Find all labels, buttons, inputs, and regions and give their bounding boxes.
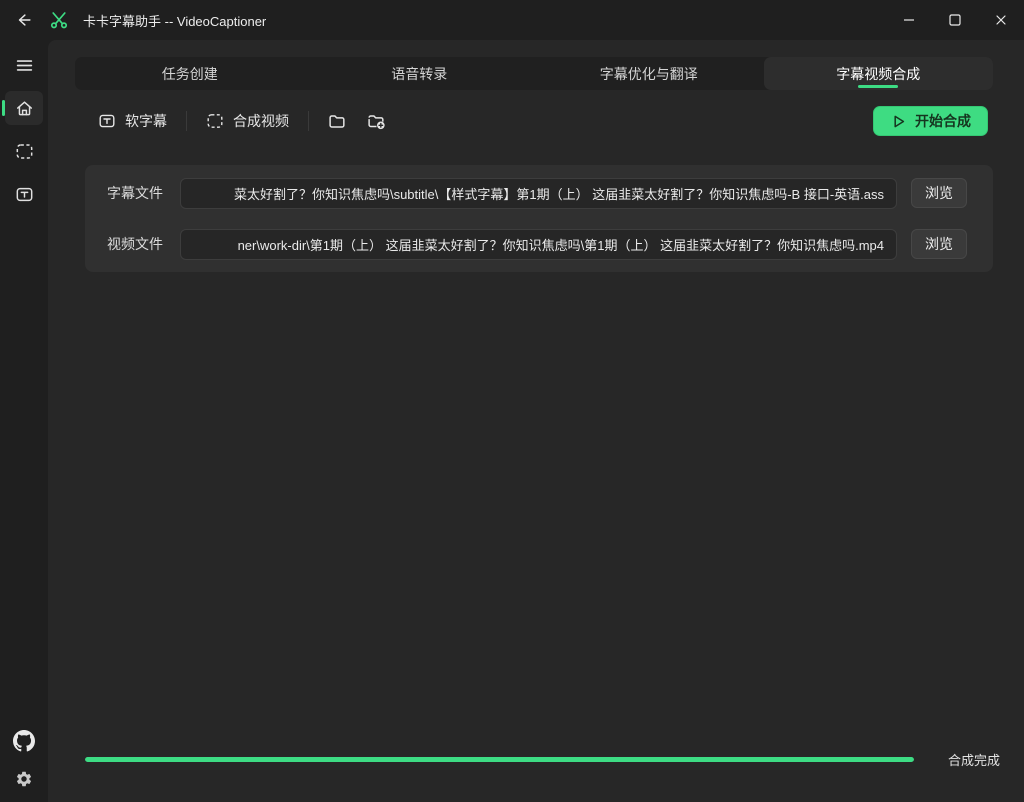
tab-speech-transcribe[interactable]: 语音转录 bbox=[305, 57, 535, 90]
sidebar bbox=[0, 40, 48, 802]
minimize-icon bbox=[901, 12, 917, 28]
folder-icon bbox=[328, 112, 347, 131]
open-folder-button[interactable] bbox=[318, 106, 357, 137]
back-button[interactable] bbox=[6, 0, 42, 40]
video-browse-button[interactable]: 浏览 bbox=[911, 229, 967, 259]
toolbar-separator bbox=[186, 111, 187, 131]
video-file-label: 视频文件 bbox=[107, 234, 180, 254]
progress-fill bbox=[85, 757, 914, 762]
minimize-button[interactable] bbox=[886, 0, 932, 40]
tab-label: 语音转录 bbox=[391, 64, 447, 84]
tab-subtitle-video-synthesis[interactable]: 字幕视频合成 bbox=[764, 57, 994, 90]
close-button[interactable] bbox=[978, 0, 1024, 40]
arrow-left-icon bbox=[15, 11, 33, 29]
hamburger-icon bbox=[15, 56, 34, 75]
film-icon bbox=[15, 142, 34, 161]
gear-icon bbox=[15, 770, 33, 788]
pivot-tabbar: 任务创建 语音转录 字幕优化与翻译 字幕视频合成 bbox=[75, 57, 993, 90]
video-file-row: 视频文件 ner\work-dir\第1期（上） 这届韭菜太好割了？你知识焦虑吗… bbox=[107, 228, 967, 260]
toolbar-separator bbox=[308, 111, 309, 131]
subtitle-file-path: 菜太好割了？你知识焦虑吗\subtitle\【样式字幕】第1期（上） 这届韭菜太… bbox=[234, 184, 884, 203]
tab-label: 字幕优化与翻译 bbox=[600, 64, 698, 84]
home-icon bbox=[15, 99, 34, 118]
sidebar-item-home[interactable] bbox=[5, 91, 43, 125]
add-to-folder-button[interactable] bbox=[357, 106, 396, 137]
soft-subtitle-toggle[interactable]: 软字幕 bbox=[88, 105, 177, 137]
titlebar: 卡卡字幕助手 -- VideoCaptioner bbox=[0, 0, 1024, 40]
status-row: 合成完成 bbox=[85, 749, 1000, 769]
window-title: 卡卡字幕助手 -- VideoCaptioner bbox=[83, 11, 266, 30]
active-indicator bbox=[2, 100, 5, 116]
menu-button[interactable] bbox=[5, 48, 43, 82]
sidebar-item-subtitle[interactable] bbox=[5, 177, 43, 211]
subtitle-t-icon bbox=[15, 185, 34, 204]
subtitle-file-row: 字幕文件 菜太好割了？你知识焦虑吗\subtitle\【样式字幕】第1期（上） … bbox=[107, 177, 967, 209]
file-form-card: 字幕文件 菜太好割了？你知识焦虑吗\subtitle\【样式字幕】第1期（上） … bbox=[85, 165, 993, 272]
start-synthesis-button[interactable]: 开始合成 bbox=[873, 106, 988, 136]
app-logo-scissors-icon bbox=[49, 10, 69, 30]
github-button[interactable] bbox=[5, 724, 43, 758]
tab-label: 字幕视频合成 bbox=[836, 64, 920, 84]
sidebar-item-video[interactable] bbox=[5, 134, 43, 168]
close-icon bbox=[993, 12, 1009, 28]
subtitle-file-input[interactable]: 菜太好割了？你知识焦虑吗\subtitle\【样式字幕】第1期（上） 这届韭菜太… bbox=[180, 178, 897, 209]
settings-button[interactable] bbox=[5, 762, 43, 796]
empty-area bbox=[48, 272, 1024, 749]
progress-bar bbox=[85, 757, 914, 762]
play-icon bbox=[890, 113, 907, 130]
start-synthesis-label: 开始合成 bbox=[915, 111, 971, 131]
tab-task-create[interactable]: 任务创建 bbox=[75, 57, 305, 90]
soft-subtitle-label: 软字幕 bbox=[125, 111, 167, 131]
subtitle-file-label: 字幕文件 bbox=[107, 183, 180, 203]
toolbar: 软字幕 合成视频 bbox=[88, 104, 988, 138]
maximize-icon bbox=[947, 12, 963, 28]
synthesize-video-label: 合成视频 bbox=[233, 111, 289, 131]
film-icon bbox=[206, 112, 224, 130]
video-file-path: ner\work-dir\第1期（上） 这届韭菜太好割了？你知识焦虑吗\第1期（… bbox=[238, 235, 884, 254]
video-file-input[interactable]: ner\work-dir\第1期（上） 这届韭菜太好割了？你知识焦虑吗\第1期（… bbox=[180, 229, 897, 260]
subtitle-browse-button[interactable]: 浏览 bbox=[911, 178, 967, 208]
github-icon bbox=[13, 730, 35, 752]
text-box-icon bbox=[98, 112, 116, 130]
main-content: 任务创建 语音转录 字幕优化与翻译 字幕视频合成 bbox=[48, 40, 1024, 802]
tab-subtitle-optimize-translate[interactable]: 字幕优化与翻译 bbox=[534, 57, 764, 90]
tab-label: 任务创建 bbox=[162, 64, 218, 84]
status-text: 合成完成 bbox=[948, 750, 1000, 769]
synthesize-video-toggle[interactable]: 合成视频 bbox=[196, 105, 299, 137]
folder-plus-icon bbox=[367, 112, 386, 131]
tab-active-indicator bbox=[858, 85, 898, 88]
maximize-button[interactable] bbox=[932, 0, 978, 40]
